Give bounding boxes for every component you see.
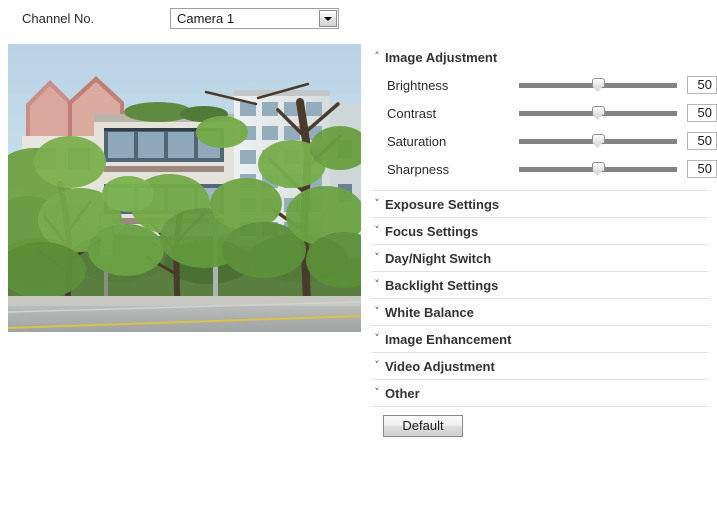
caret-down-icon: ˅ [374,332,380,345]
section-backlight-settings: ˅ Backlight Settings [371,272,709,299]
channel-select[interactable]: Camera 1 [170,8,339,29]
slider-thumb[interactable] [592,78,605,93]
brightness-slider[interactable] [519,72,677,100]
section-title: Image Adjustment [385,49,498,65]
section-title: Focus Settings [385,223,479,239]
brightness-value[interactable]: 50 [687,76,717,94]
contrast-value[interactable]: 50 [687,104,717,122]
section-other: ˅ Other [371,380,709,407]
section-white-balance: ˅ White Balance [371,299,709,326]
channel-bar: Channel No. Camera 1 [0,0,717,38]
section-focus-settings: ˅ Focus Settings [371,218,709,245]
slider-label: Brightness [387,78,449,93]
contrast-slider[interactable] [519,100,677,128]
caret-down-icon: ˅ [374,251,380,264]
slider-row-contrast: Contrast 50 [371,100,717,128]
section-title: Other [385,385,420,401]
section-video-adjustment: ˅ Video Adjustment [371,353,709,380]
slider-label: Saturation [387,134,447,149]
caret-down-icon: ˅ [374,224,380,237]
section-header-video-adjustment[interactable]: ˅ Video Adjustment [371,353,709,379]
slider-label: Contrast [387,106,437,121]
preview-image [8,44,361,332]
section-exposure-settings: ˅ Exposure Settings [371,191,709,218]
slider-row-brightness: Brightness 50 [371,72,717,100]
caret-down-icon: ˅ [374,197,380,210]
section-title: White Balance [385,304,474,320]
sharpness-value[interactable]: 50 [687,160,717,178]
slider-row-sharpness: Sharpness 50 [371,156,717,184]
sharpness-slider[interactable] [519,156,677,184]
section-title: Image Enhancement [385,331,512,347]
slider-label: Sharpness [387,162,450,177]
slider-thumb[interactable] [592,134,605,149]
default-button[interactable]: Default [383,415,463,437]
section-title: Backlight Settings [385,277,499,293]
video-preview[interactable] [8,44,361,332]
slider-row-saturation: Saturation 50 [371,128,717,156]
slider-thumb[interactable] [592,162,605,177]
section-header-other[interactable]: ˅ Other [371,380,709,406]
section-header-backlight-settings[interactable]: ˅ Backlight Settings [371,272,709,298]
section-body-image-adjustment: Brightness 50 Contrast 50 Saturation 50 … [371,70,717,190]
section-title: Video Adjustment [385,358,495,374]
section-image-adjustment: ˄ Image Adjustment Brightness 50 Contras… [371,44,717,191]
section-header-day-night-switch[interactable]: ˅ Day/Night Switch [371,245,709,271]
default-button-row: Default [371,407,709,445]
section-header-image-adjustment[interactable]: ˄ Image Adjustment [371,44,709,70]
saturation-value[interactable]: 50 [687,132,717,150]
section-day-night-switch: ˅ Day/Night Switch [371,245,709,272]
chevron-down-icon [324,16,332,21]
section-title: Exposure Settings [385,196,500,212]
section-header-white-balance[interactable]: ˅ White Balance [371,299,709,325]
section-header-image-enhancement[interactable]: ˅ Image Enhancement [371,326,709,352]
section-title: Day/Night Switch [385,250,492,266]
section-header-exposure-settings[interactable]: ˅ Exposure Settings [371,191,709,217]
channel-select-value: Camera 1 [177,11,235,26]
image-settings-panel: ˄ Image Adjustment Brightness 50 Contras… [371,44,717,445]
caret-down-icon: ˅ [374,386,380,399]
caret-down-icon: ˅ [374,359,380,372]
channel-no-label: Channel No. [22,11,95,26]
section-image-enhancement: ˅ Image Enhancement [371,326,709,353]
slider-thumb[interactable] [592,106,605,121]
channel-dropdown-button[interactable] [319,10,337,27]
caret-up-icon: ˄ [374,50,380,63]
saturation-slider[interactable] [519,128,677,156]
caret-down-icon: ˅ [374,305,380,318]
section-header-focus-settings[interactable]: ˅ Focus Settings [371,218,709,244]
caret-down-icon: ˅ [374,278,380,291]
